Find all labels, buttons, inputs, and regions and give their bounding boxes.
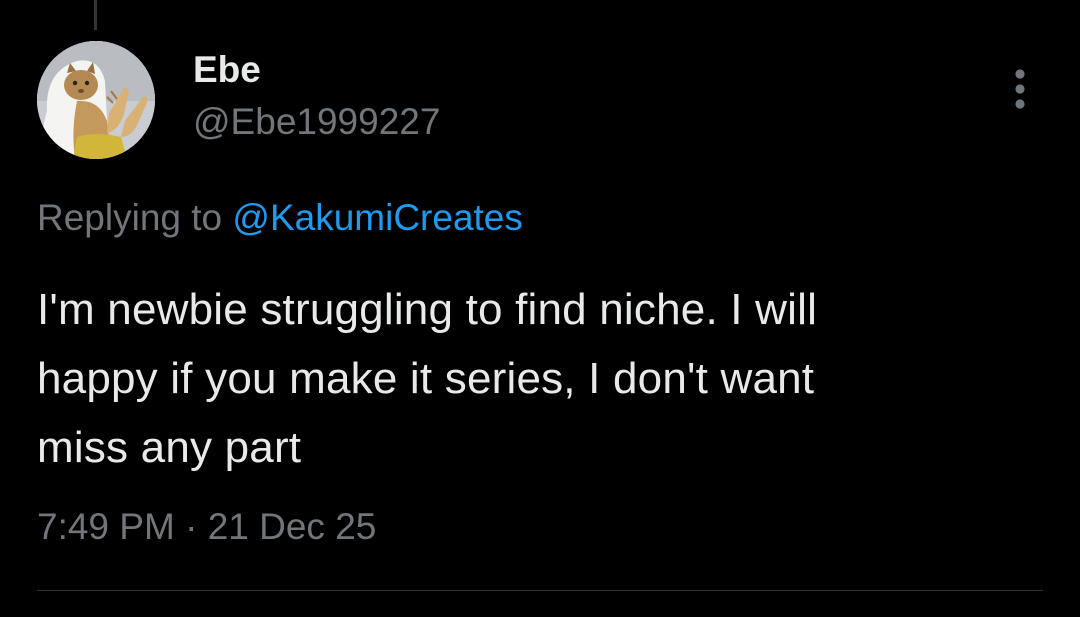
tweet-date: 21 Dec 25 bbox=[207, 506, 377, 547]
replying-to-mention-link[interactable]: @KakumiCreates bbox=[232, 197, 523, 238]
more-vertical-icon bbox=[1015, 69, 1025, 109]
replying-to-label: Replying to bbox=[37, 197, 233, 238]
more-options-button[interactable] bbox=[1000, 66, 1040, 112]
tweet-text-line: miss any part bbox=[37, 423, 302, 472]
tweet-text: I'm newbie struggling to find niche. I w… bbox=[37, 275, 1047, 482]
replying-to-line: Replying to @KakumiCreates bbox=[37, 196, 523, 240]
praying-cat-avatar-icon bbox=[37, 41, 155, 159]
tweet-timestamp[interactable]: 7:49 PM · 21 Dec 25 bbox=[37, 505, 376, 549]
display-name[interactable]: Ebe bbox=[193, 48, 261, 92]
user-handle[interactable]: @Ebe1999227 bbox=[193, 100, 440, 144]
tweet-text-line: I'm newbie struggling to find niche. I w… bbox=[37, 285, 818, 334]
tweet-time: 7:49 PM bbox=[37, 506, 175, 547]
tweet-text-line: happy if you make it series, I don't wan… bbox=[37, 354, 815, 403]
avatar[interactable] bbox=[37, 41, 155, 159]
divider bbox=[37, 590, 1043, 591]
thread-connector-line bbox=[94, 0, 97, 30]
timestamp-separator: · bbox=[174, 506, 208, 547]
